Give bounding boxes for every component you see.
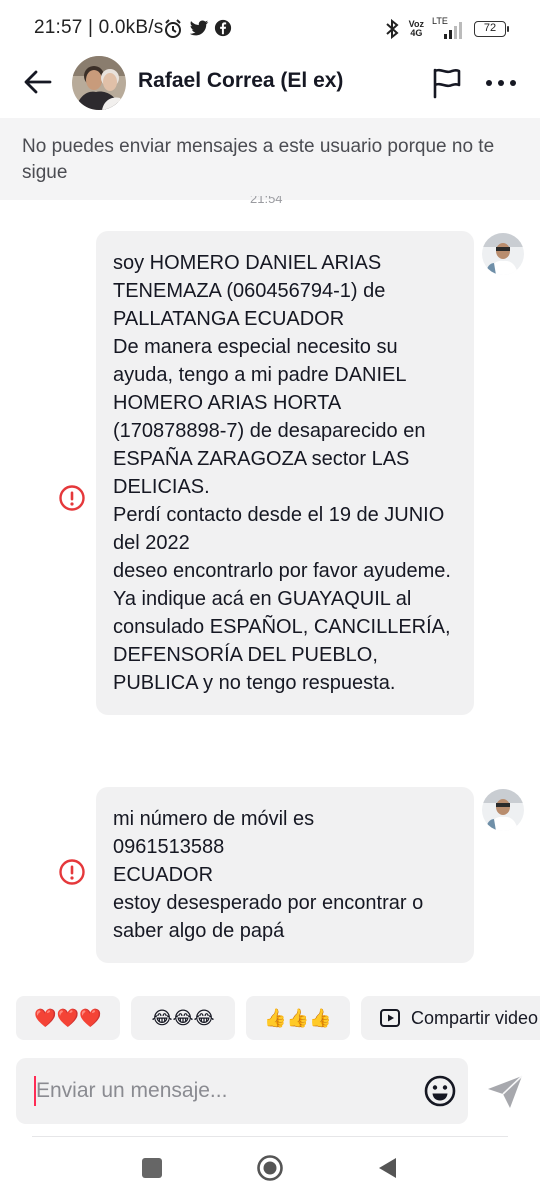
status-time-speed: 21:57 | 0.0kB/s xyxy=(34,17,164,38)
chat-header: Rafael Correa (El ex) xyxy=(0,56,540,110)
send-error-icon[interactable] xyxy=(58,484,86,512)
status-indicators: Voz 4G LTE 72 xyxy=(383,14,509,44)
alarm-icon xyxy=(165,19,181,38)
twitter-icon xyxy=(189,20,209,36)
nav-back-button[interactable] xyxy=(376,1156,400,1180)
message-composer xyxy=(16,1058,468,1124)
battery-icon: 72 xyxy=(474,21,509,37)
bluetooth-icon xyxy=(385,18,399,40)
play-video-icon xyxy=(380,1009,400,1027)
send-icon[interactable] xyxy=(486,1074,524,1110)
quick-replies: ❤️❤️❤️ 😂😂😂 👍👍👍 Compartir video xyxy=(0,996,540,1042)
network-type: Voz 4G xyxy=(408,19,424,38)
share-video-button[interactable]: Compartir video xyxy=(361,996,540,1040)
message-timestamp: 21:54 xyxy=(250,196,283,206)
share-video-label: Compartir video xyxy=(411,1007,539,1028)
report-flag-icon[interactable] xyxy=(430,66,464,100)
send-error-icon[interactable] xyxy=(58,858,86,886)
more-options-icon[interactable] xyxy=(484,70,518,96)
recent-apps-button[interactable] xyxy=(142,1158,162,1178)
facebook-icon xyxy=(214,19,232,37)
signal-icon: LTE xyxy=(432,17,466,41)
message-bubble: mi número de móvil es 0961513588 ECUADOR… xyxy=(96,787,474,963)
quick-reply-laugh[interactable]: 😂😂😂 xyxy=(131,996,235,1040)
status-bar: 21:57 | 0.0kB/s Voz 4G LTE 72 xyxy=(0,0,540,56)
message-input[interactable] xyxy=(36,1058,416,1124)
quick-reply-thumbs[interactable]: 👍👍👍 xyxy=(246,996,350,1040)
sender-avatar[interactable] xyxy=(482,789,524,831)
sender-avatar[interactable] xyxy=(482,233,524,275)
divider xyxy=(32,1136,508,1137)
cannot-message-notice: No puedes enviar mensajes a este usuario… xyxy=(0,118,540,200)
quick-reply-hearts[interactable]: ❤️❤️❤️ xyxy=(16,996,120,1040)
home-button[interactable] xyxy=(256,1154,284,1182)
message-bubble: soy HOMERO DANIEL ARIAS TENEMAZA (060456… xyxy=(96,231,474,715)
back-arrow-icon[interactable] xyxy=(22,66,54,98)
emoji-icon[interactable] xyxy=(424,1075,456,1107)
avatar[interactable] xyxy=(72,56,126,110)
page-title[interactable]: Rafael Correa (El ex) xyxy=(138,69,343,93)
chat-screen: 21:57 | 0.0kB/s Voz 4G LTE 72 Rafael Cor… xyxy=(0,0,540,1200)
